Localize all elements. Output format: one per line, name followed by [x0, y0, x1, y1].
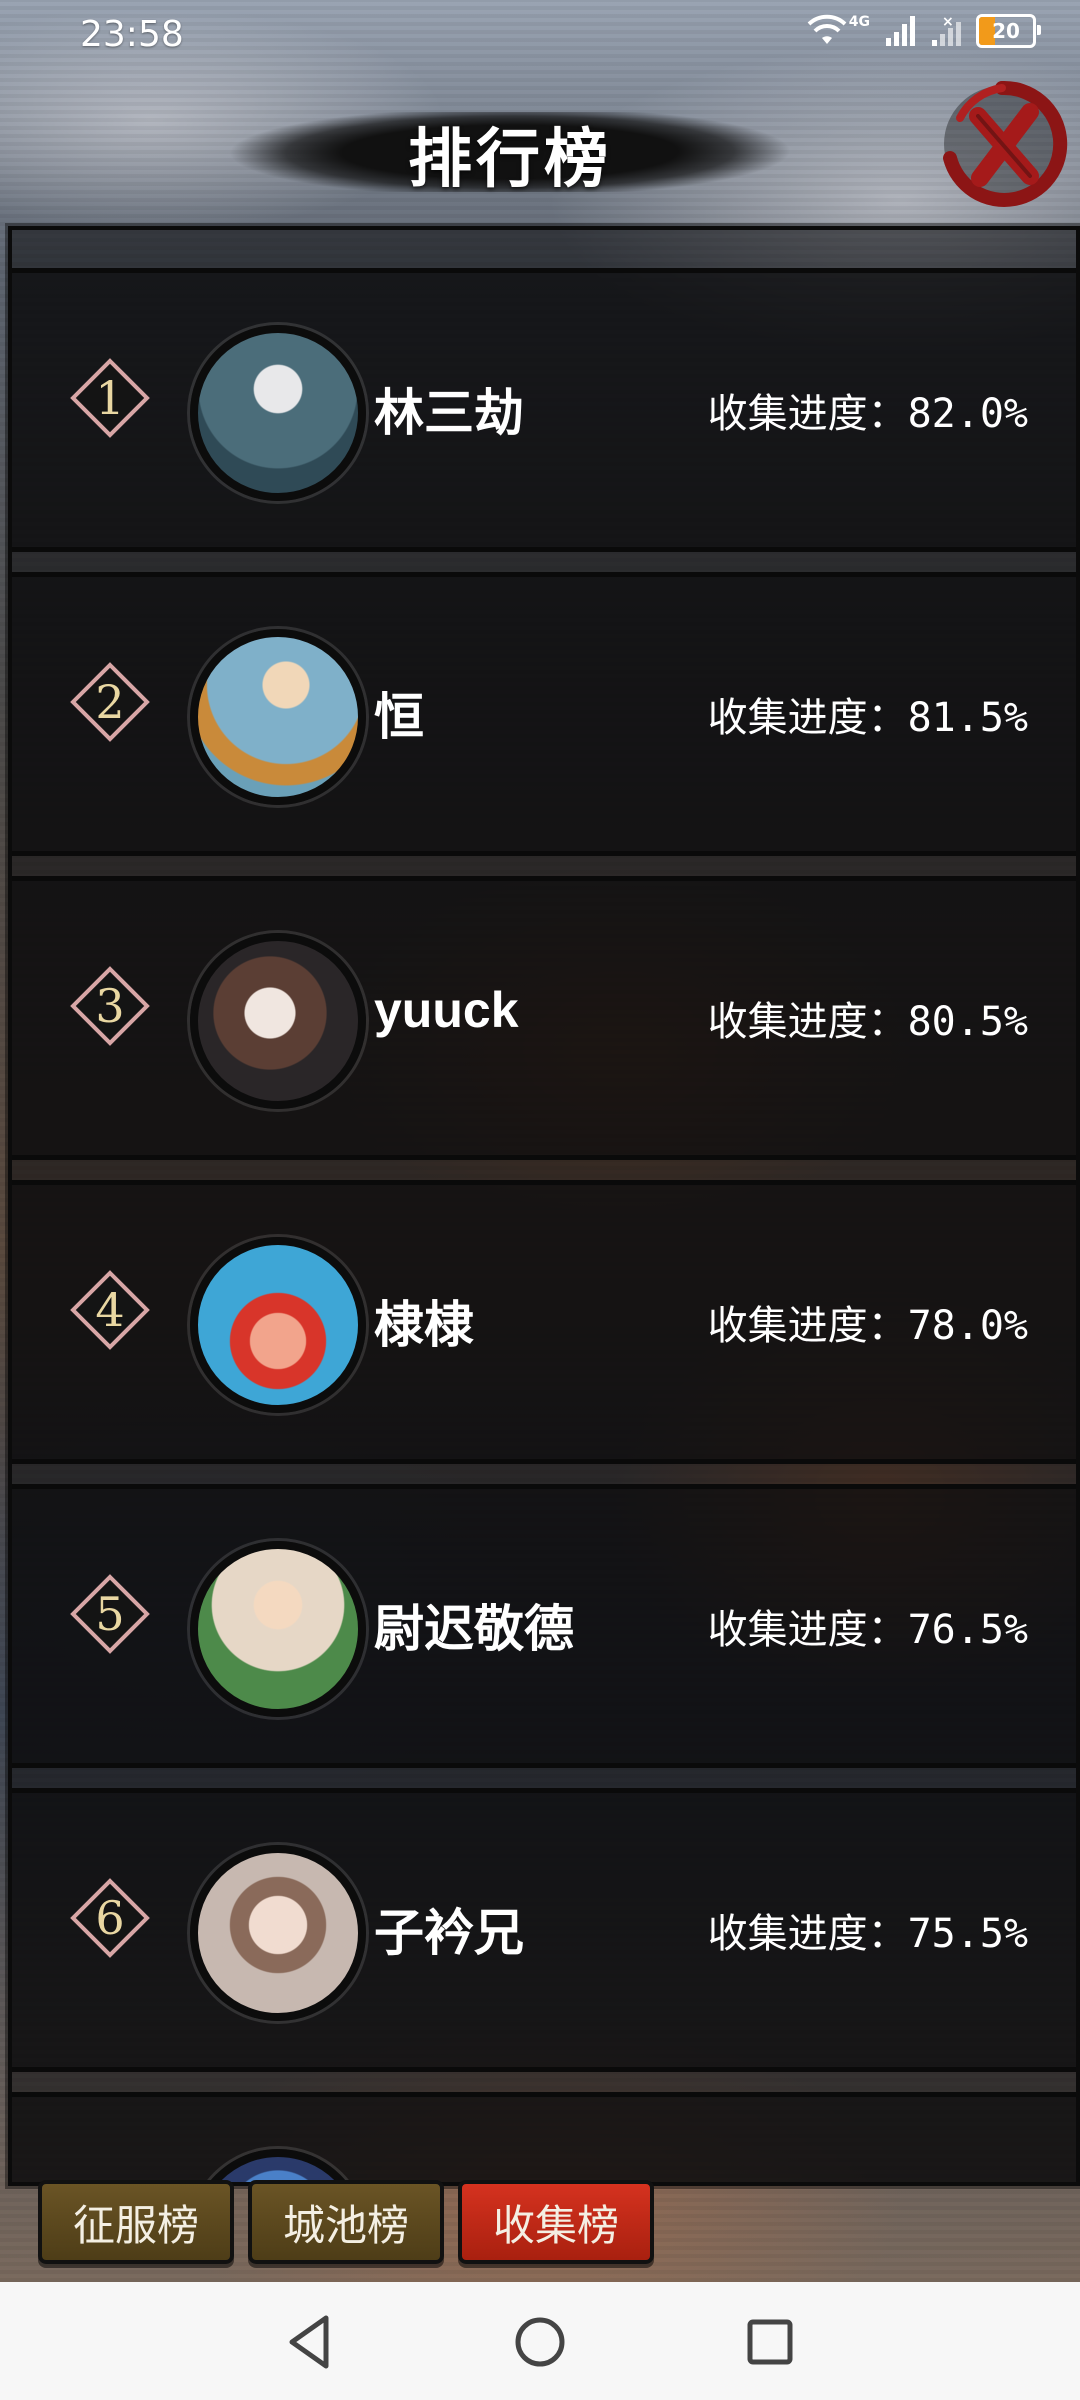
leaderboard-row[interactable]: 1 林三劫 收集进度：82.0% [12, 268, 1076, 552]
leaderboard-panel[interactable]: 1 林三劫 收集进度：82.0% 2 恒 收集进度：81.5% 3 yuuck … [8, 226, 1080, 2186]
signal-icon [886, 16, 915, 46]
avatar[interactable] [190, 933, 366, 1109]
player-name: 棣棣 [374, 1297, 474, 1353]
avatar[interactable] [190, 629, 366, 805]
close-button[interactable] [930, 78, 1070, 208]
close-icon [943, 80, 1068, 207]
rank-badge: 5 [70, 1574, 150, 1654]
avatar[interactable] [190, 1237, 366, 1413]
rank-badge: 3 [70, 966, 150, 1046]
avatar[interactable] [190, 1845, 366, 2021]
system-navigation-bar [0, 2282, 1080, 2400]
leaderboard-row[interactable]: 5 尉迟敬德 收集进度：76.5% [12, 1484, 1076, 1768]
collection-progress: 收集进度：81.5% [707, 695, 1028, 741]
recent-apps-icon[interactable] [738, 2310, 802, 2374]
leaderboard-row[interactable]: 2 恒 收集进度：81.5% [12, 572, 1076, 856]
leaderboard-row[interactable] [12, 2092, 1076, 2182]
leaderboard-row[interactable]: 4 棣棣 收集进度：78.0% [12, 1180, 1076, 1464]
collection-progress: 收集进度：78.0% [707, 1303, 1028, 1349]
network-label: 4G [848, 14, 870, 30]
home-icon[interactable] [508, 2310, 572, 2374]
avatar[interactable] [190, 325, 366, 501]
back-icon[interactable] [278, 2310, 342, 2374]
svg-text:×: × [942, 14, 954, 30]
leaderboard-row[interactable]: 3 yuuck 收集进度：80.5% [12, 876, 1076, 1160]
title-banner: 排行榜 [224, 100, 796, 200]
tab-collection[interactable]: 收集榜 [458, 2180, 654, 2264]
player-name: yuuck [374, 982, 519, 1038]
tab-conquest[interactable]: 征服榜 [38, 2180, 234, 2264]
avatar[interactable] [190, 1541, 366, 1717]
collection-progress: 收集进度：82.0% [707, 391, 1028, 437]
rank-badge: 6 [70, 1878, 150, 1958]
rank-badge: 2 [70, 662, 150, 742]
player-name: 恒 [374, 689, 424, 745]
collection-progress: 收集进度：75.5% [707, 1911, 1028, 1957]
collection-progress: 收集进度：80.5% [707, 999, 1028, 1045]
rank-badge: 1 [70, 358, 150, 438]
player-name: 林三劫 [374, 385, 524, 441]
leaderboard-row[interactable]: 6 子衿兄 收集进度：75.5% [12, 1788, 1076, 2072]
wifi-icon [807, 14, 847, 44]
tab-cities[interactable]: 城池榜 [248, 2180, 444, 2264]
status-time: 23:58 [80, 14, 184, 55]
battery-icon: 20 [976, 14, 1041, 48]
status-icons: 4G × 20 [807, 14, 1041, 48]
status-bar: 23:58 4G × 20 [0, 0, 1080, 72]
player-name: 子衿兄 [374, 1905, 524, 1961]
leaderboard-tabs: 征服榜 城池榜 收集榜 [38, 2180, 654, 2264]
page-title: 排行榜 [408, 123, 612, 197]
rank-badge: 4 [70, 1270, 150, 1350]
signal-icon-2: × [932, 14, 961, 46]
collection-progress: 收集进度：76.5% [707, 1607, 1028, 1653]
player-name: 尉迟敬德 [374, 1601, 574, 1657]
